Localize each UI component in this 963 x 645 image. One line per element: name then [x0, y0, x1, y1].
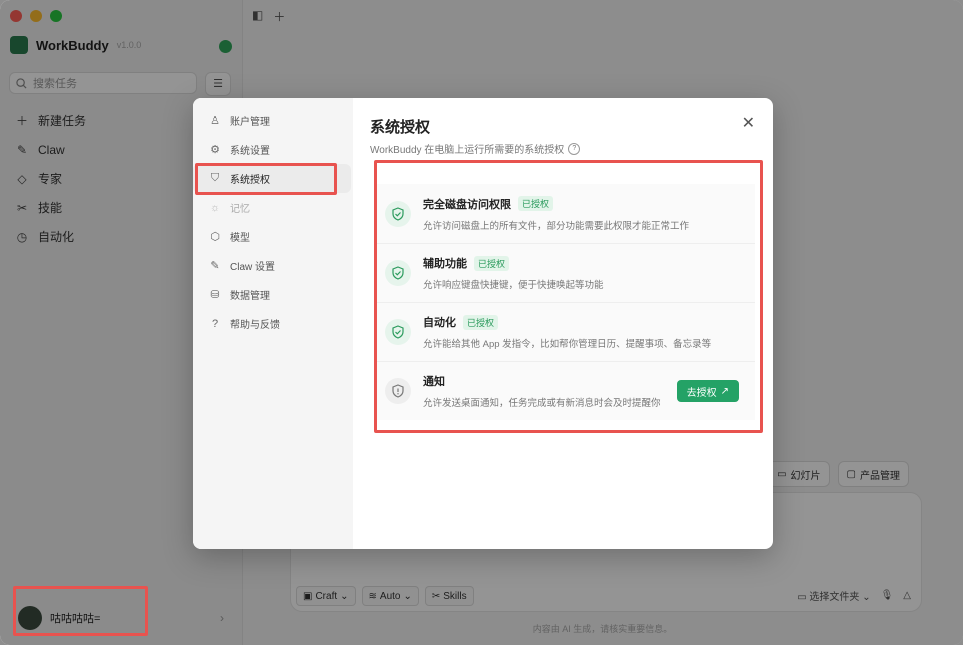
permission-title: 辅助功能	[423, 258, 467, 270]
subtitle-text: WorkBuddy 在电脑上运行所需要的系统授权	[370, 145, 565, 156]
permission-accessibility: 辅助功能 已授权 允许响应键盘快捷键，便于快捷唤起等功能	[377, 243, 755, 302]
permission-desc: 允许发送桌面通知，任务完成或有新消息时会及时提醒你	[423, 398, 661, 409]
permission-desc: 允许响应键盘快捷键，便于快捷唤起等功能	[423, 280, 604, 291]
permission-desc: 允许能给其他 App 发指令，比如帮你管理日历、提醒事项、备忘录等	[423, 339, 712, 350]
settings-nav-model[interactable]: ⬡ 模型	[193, 222, 351, 251]
database-icon: ⛁	[210, 289, 220, 301]
shield-check-icon	[385, 200, 411, 227]
modal-title: 系统授权	[370, 119, 431, 136]
permission-title: 自动化	[423, 317, 456, 329]
permission-automation: 自动化 已授权 允许能给其他 App 发指令，比如帮你管理日历、提醒事项、备忘录等	[377, 302, 755, 361]
settings-nav-help[interactable]: ? 帮助与反馈	[193, 309, 351, 338]
status-badge: 已授权	[474, 255, 510, 271]
modal-subtitle: WorkBuddy 在电脑上运行所需要的系统授权 ?	[370, 141, 581, 156]
gear-icon: ⚙	[210, 144, 220, 156]
settings-nav-authorization[interactable]: ⛉ 系统授权	[193, 164, 351, 193]
external-link-icon: ↗	[720, 385, 729, 397]
status-badge: 已授权	[463, 314, 499, 330]
permission-desc: 允许访问磁盘上的所有文件，部分功能需要此权限才能正常工作	[423, 220, 690, 232]
nav-label: Claw 设置	[230, 262, 276, 273]
help-icon: ?	[211, 317, 219, 330]
settings-nav-claw[interactable]: ✎ Claw 设置	[193, 251, 351, 280]
status-badge: 已授权	[518, 196, 554, 211]
cube-icon: ⬡	[210, 231, 220, 243]
shield-icon: ⛉	[210, 172, 220, 184]
nav-label: 记忆	[230, 204, 250, 215]
close-icon[interactable]: ✕	[742, 113, 755, 133]
app-window: WorkBuddy v1.0.0 搜索任务 ☰ ＋ 新建任务 ✎ Claw ◇ …	[0, 0, 963, 645]
permission-title: 完全磁盘访问权限	[423, 198, 511, 211]
user-icon: ♙	[210, 115, 220, 127]
help-icon[interactable]: ?	[568, 142, 581, 155]
settings-modal: ♙ 账户管理 ⚙ 系统设置 ⛉ 系统授权 ☼ 记忆 ⬡ 模型 ✎ Claw 设置	[193, 98, 773, 549]
nav-label: 系统设置	[230, 146, 270, 157]
nav-label: 数据管理	[230, 291, 270, 302]
settings-nav-memory[interactable]: ☼ 记忆	[193, 193, 351, 222]
shield-check-icon	[385, 260, 411, 286]
brain-icon: ☼	[209, 201, 221, 214]
permission-notification: 通知 允许发送桌面通知，任务完成或有新消息时会及时提醒你 去授权 ↗	[377, 361, 755, 420]
nav-label: 模型	[230, 233, 250, 244]
permission-title: 通知	[423, 376, 445, 388]
settings-nav-system[interactable]: ⚙ 系统设置	[193, 135, 351, 164]
shield-check-icon	[385, 319, 411, 345]
grant-button-label: 去授权	[686, 387, 717, 399]
nav-label: 账户管理	[230, 117, 270, 128]
claw-icon: ✎	[210, 260, 220, 272]
permission-full-disk: 完全磁盘访问权限 已授权 允许访问磁盘上的所有文件，部分功能需要此权限才能正常工作	[377, 184, 755, 243]
settings-nav: ♙ 账户管理 ⚙ 系统设置 ⛉ 系统授权 ☼ 记忆 ⬡ 模型 ✎ Claw 设置	[193, 98, 353, 549]
permission-list: 完全磁盘访问权限 已授权 允许访问磁盘上的所有文件，部分功能需要此权限才能正常工作…	[377, 184, 755, 420]
nav-label: 系统授权	[230, 175, 270, 186]
grant-notification-button[interactable]: 去授权 ↗	[676, 380, 739, 402]
settings-nav-data[interactable]: ⛁ 数据管理	[193, 280, 351, 309]
shield-alert-icon	[385, 378, 411, 404]
nav-label: 帮助与反馈	[230, 320, 280, 331]
settings-nav-account[interactable]: ♙ 账户管理	[193, 106, 351, 135]
